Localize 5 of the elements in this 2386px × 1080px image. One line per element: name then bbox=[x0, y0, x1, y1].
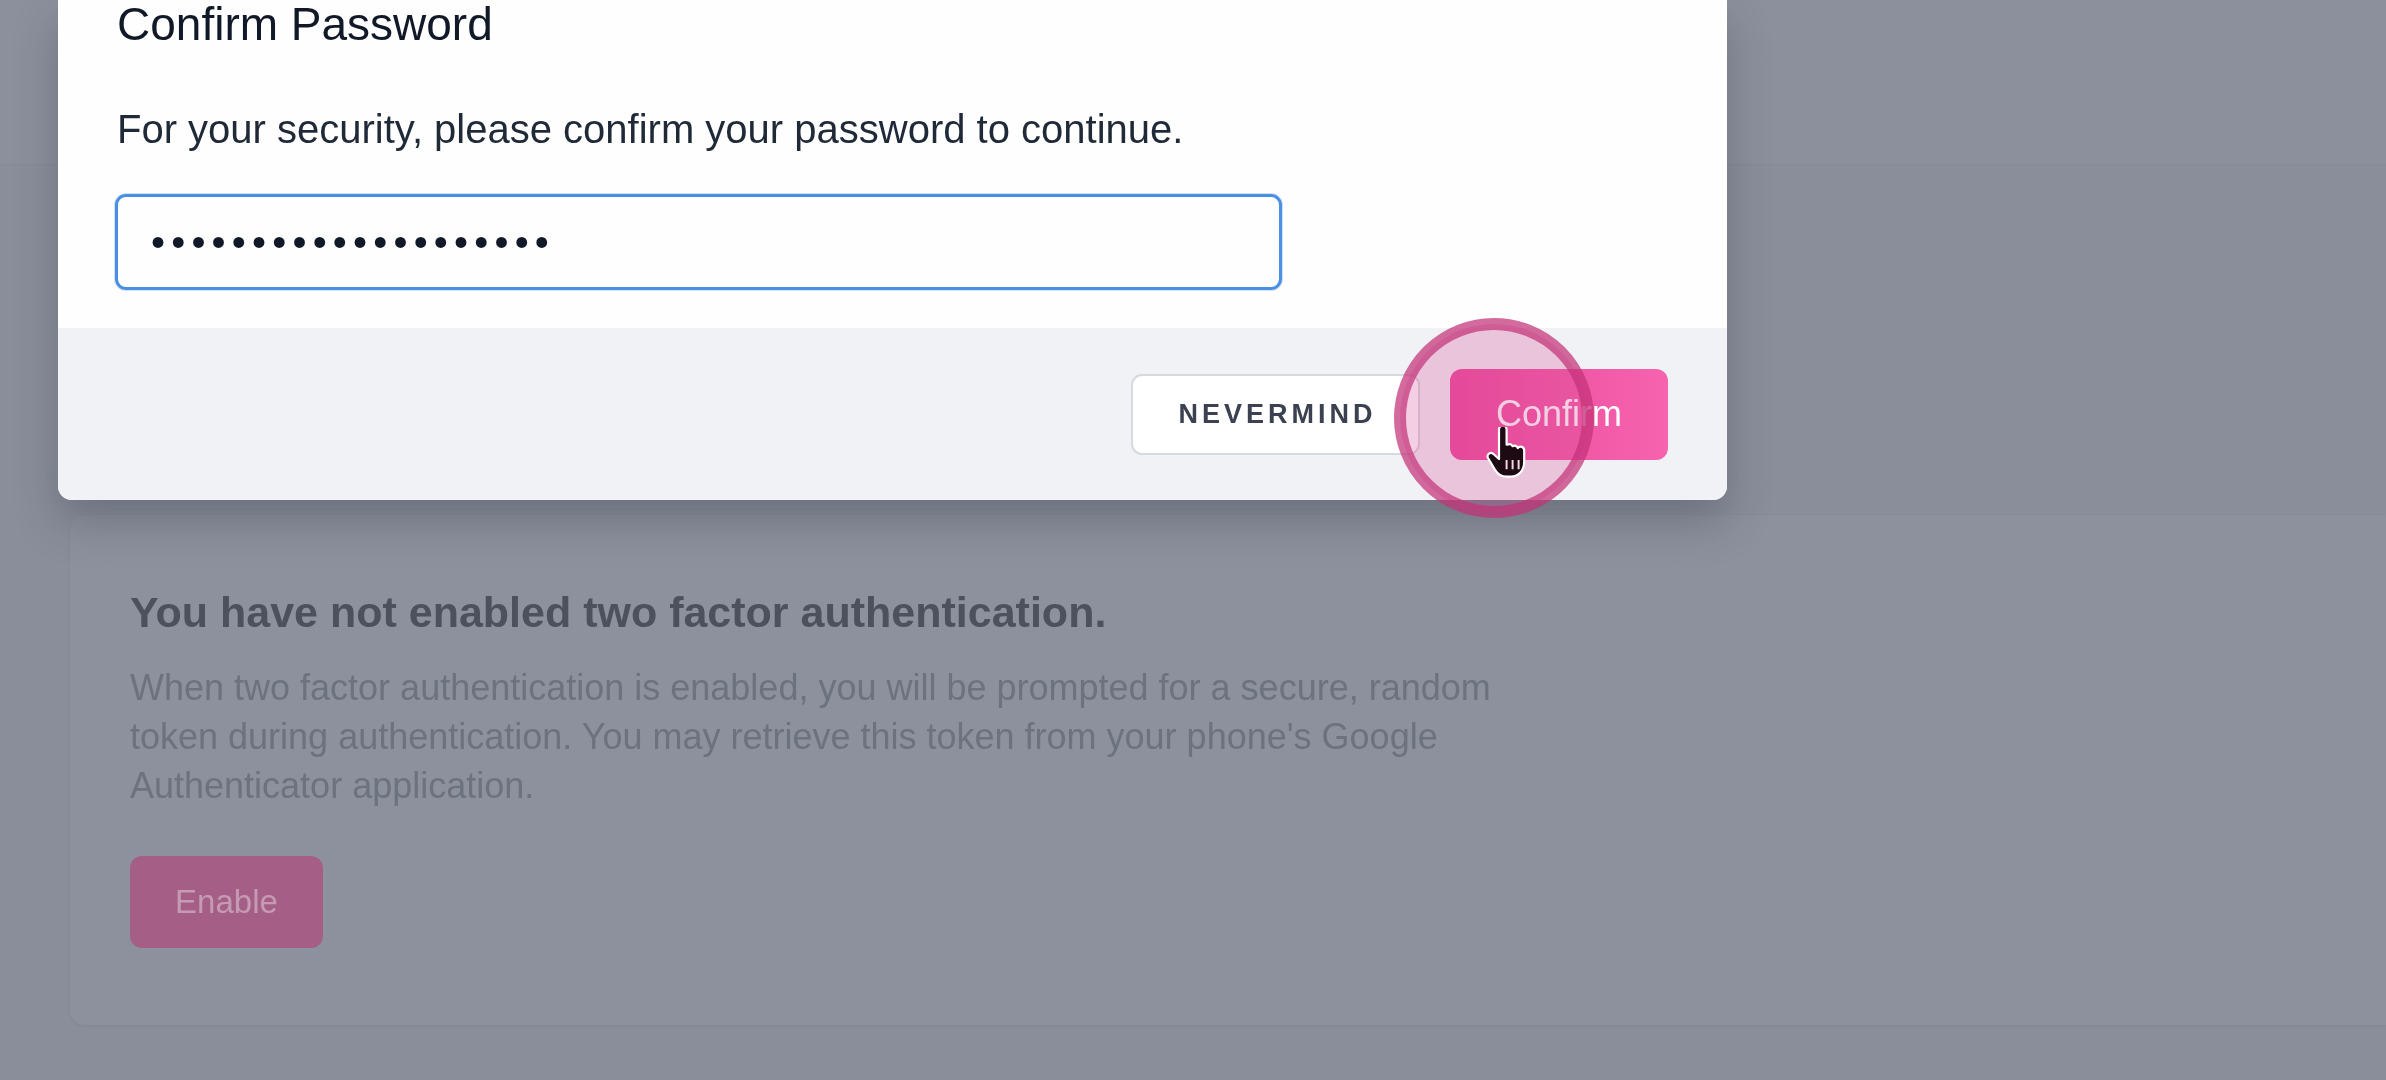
dialog-title: Confirm Password bbox=[117, 1, 494, 47]
nevermind-button[interactable]: NEVERMIND bbox=[1131, 373, 1420, 455]
dialog-message: For your security, please confirm your password to continue. bbox=[117, 106, 1185, 152]
card-heading: You have not enabled two factor authentication. bbox=[130, 587, 1108, 637]
password-field[interactable]: •••••••••••••••••••• bbox=[115, 194, 1282, 290]
